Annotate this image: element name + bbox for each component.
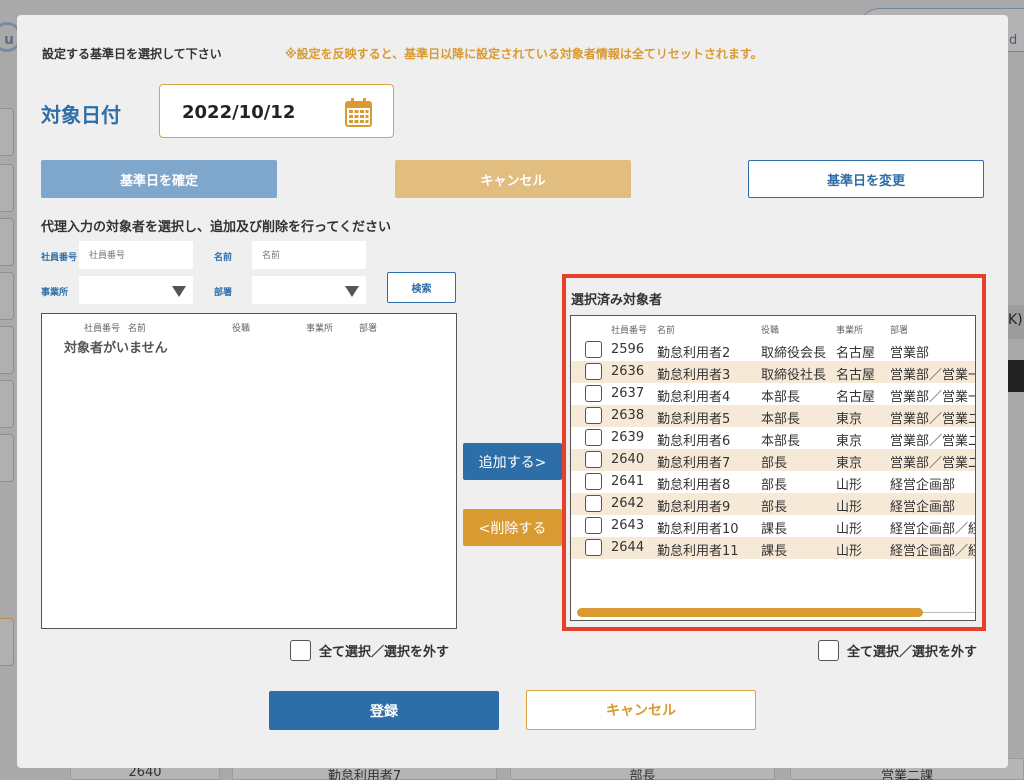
- table-row[interactable]: 2641 勤怠利用者8 部長 山形 経営企画部: [571, 471, 975, 493]
- cancel-top-button[interactable]: キャンセル: [395, 160, 631, 198]
- column-header: 役職: [761, 326, 780, 336]
- background-left-tab: [0, 434, 14, 482]
- name-label: 名前: [214, 253, 233, 263]
- table-row[interactable]: 2596 勤怠利用者2 取締役会長 名古屋 営業部: [571, 339, 975, 361]
- column-header: 社員番号: [611, 326, 648, 336]
- department-select[interactable]: [252, 276, 366, 304]
- horizontal-scrollbar-thumb[interactable]: [577, 608, 923, 617]
- dropdown-arrow-icon: [172, 286, 186, 297]
- cancel-bottom-button[interactable]: キャンセル: [526, 690, 756, 730]
- table-row[interactable]: 2640 勤怠利用者7 部長 東京 営業部／営業二: [571, 449, 975, 471]
- dropdown-arrow-icon: [345, 286, 359, 297]
- column-header: 部署: [359, 324, 378, 334]
- background-left-tab: [0, 272, 14, 320]
- table-row[interactable]: 2638 勤怠利用者5 本部長 東京 営業部／営業二: [571, 405, 975, 427]
- change-date-button[interactable]: 基準日を変更: [748, 160, 984, 198]
- row-checkbox[interactable]: [585, 451, 602, 468]
- select-all-label: 全て選択／選択を外す: [319, 645, 450, 660]
- column-header: 部署: [890, 326, 909, 336]
- section-title: 代理入力の対象者を選択し、追加及び削除を行ってください: [41, 220, 391, 235]
- background-left-tab: [0, 326, 14, 374]
- column-header: 名前: [128, 324, 147, 334]
- instruction-text: 設定する基準日を選択して下さい: [42, 47, 222, 61]
- row-checkbox[interactable]: [585, 407, 602, 424]
- add-button[interactable]: 追加する>: [463, 443, 562, 480]
- selected-list-title: 選択済み対象者: [571, 293, 663, 308]
- background-left-tab: [0, 108, 14, 156]
- select-all-right[interactable]: 全て選択／選択を外す: [818, 640, 977, 661]
- candidate-list[interactable]: 社員番号 名前 役職 事業所 部署 対象者がいません: [41, 313, 457, 629]
- table-row[interactable]: 2639 勤怠利用者6 本部長 東京 営業部／営業二: [571, 427, 975, 449]
- empty-message: 対象者がいません: [64, 341, 168, 356]
- row-checkbox[interactable]: [585, 539, 602, 556]
- background-left-tab: [0, 618, 14, 666]
- row-checkbox[interactable]: [585, 429, 602, 446]
- table-row[interactable]: 2636 勤怠利用者3 取締役社長 名古屋 営業部／営業一: [571, 361, 975, 383]
- selected-list[interactable]: 社員番号 名前 役職 事業所 部署 2596 勤怠利用者2 取締役会長 名古屋 営業部 …: [570, 315, 976, 621]
- calendar-icon[interactable]: [345, 97, 372, 127]
- table-row[interactable]: 2644 勤怠利用者11 課長 山形 経営企画部／経: [571, 537, 975, 559]
- background-right-bar: [1006, 360, 1024, 392]
- select-all-checkbox[interactable]: [818, 640, 839, 661]
- column-header: 事業所: [836, 326, 864, 336]
- background-left-tab: [0, 218, 14, 266]
- row-checkbox[interactable]: [585, 385, 602, 402]
- date-value: 2022/10/12: [182, 102, 296, 123]
- confirm-date-button[interactable]: 基準日を確定: [41, 160, 277, 198]
- employee-no-label: 社員番号: [41, 253, 78, 263]
- table-row[interactable]: 2637 勤怠利用者4 本部長 名古屋 営業部／営業一: [571, 383, 975, 405]
- select-all-checkbox[interactable]: [290, 640, 311, 661]
- background-logo-text: u: [4, 32, 14, 48]
- column-header: 社員番号: [84, 324, 121, 334]
- column-header: 事業所: [306, 324, 334, 334]
- background-right-chip: K): [1006, 305, 1024, 339]
- column-header: 役職: [232, 324, 251, 334]
- background-left-tab: [0, 380, 14, 428]
- table-row[interactable]: 2643 勤怠利用者10 課長 山形 経営企画部／経: [571, 515, 975, 537]
- date-picker-field[interactable]: 2022/10/12: [159, 84, 394, 138]
- employee-no-input[interactable]: [79, 241, 193, 269]
- warning-text: ※設定を反映すると、基準日以降に設定されている対象者情報は全てリセットされます。: [285, 47, 763, 61]
- name-input[interactable]: [252, 241, 366, 269]
- reference-date-modal: 設定する基準日を選択して下さい ※設定を反映すると、基準日以降に設定されている対…: [17, 15, 1008, 768]
- row-checkbox[interactable]: [585, 517, 602, 534]
- office-label: 事業所: [41, 288, 69, 298]
- row-checkbox[interactable]: [585, 473, 602, 490]
- register-button[interactable]: 登録: [269, 691, 499, 730]
- search-button[interactable]: 検索: [387, 272, 456, 303]
- column-header: 名前: [657, 326, 676, 336]
- table-row[interactable]: 2642 勤怠利用者9 部長 山形 経営企画部: [571, 493, 975, 515]
- background-left-tab: [0, 164, 14, 212]
- remove-button[interactable]: <削除する: [463, 509, 562, 546]
- row-checkbox[interactable]: [585, 495, 602, 512]
- office-select[interactable]: [79, 276, 193, 304]
- select-all-label: 全て選択／選択を外す: [847, 645, 978, 660]
- select-all-left[interactable]: 全て選択／選択を外す: [290, 640, 449, 661]
- row-checkbox[interactable]: [585, 363, 602, 380]
- department-label: 部署: [214, 288, 233, 298]
- date-label: 対象日付: [41, 103, 121, 127]
- selected-list-highlight: 選択済み対象者 社員番号 名前 役職 事業所 部署 2596 勤怠利用者2 取締役会…: [562, 274, 986, 631]
- row-checkbox[interactable]: [585, 341, 602, 358]
